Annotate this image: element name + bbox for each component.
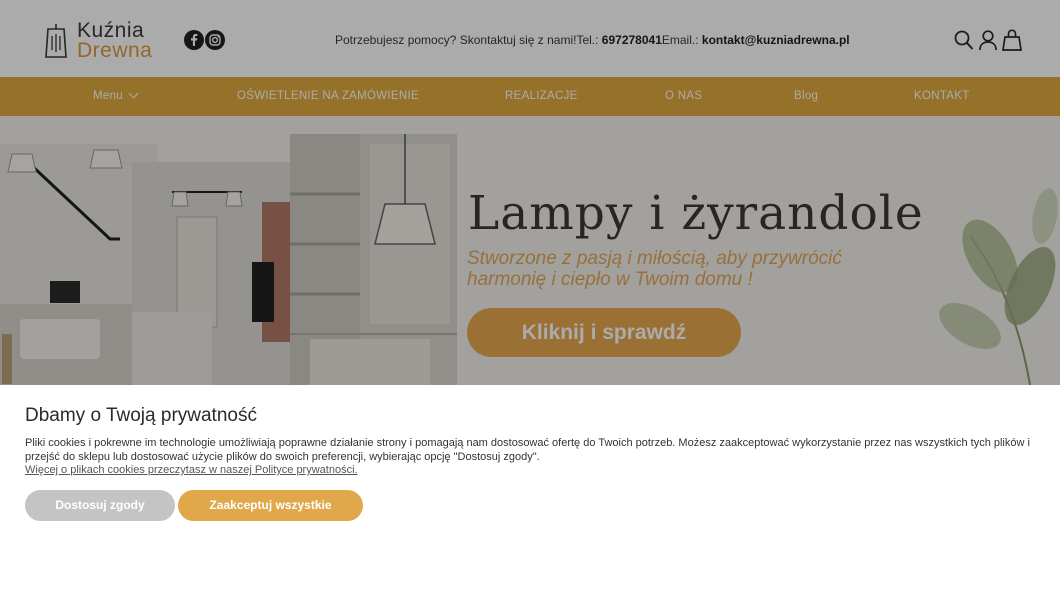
customize-consent-button[interactable]: Dostosuj zgody <box>25 490 175 521</box>
privacy-policy-link[interactable]: Więcej o plikach cookies przeczytasz w n… <box>25 464 358 476</box>
accept-all-button[interactable]: Zaakceptuj wszystkie <box>178 490 363 521</box>
cookie-consent-panel: Dbamy o Twoją prywatność Pliki cookies i… <box>0 385 1060 596</box>
cookie-title: Dbamy o Twoją prywatność <box>25 405 257 426</box>
cookie-text: Pliki cookies i pokrewne im technologie … <box>25 437 1030 463</box>
modal-backdrop <box>0 0 1060 385</box>
